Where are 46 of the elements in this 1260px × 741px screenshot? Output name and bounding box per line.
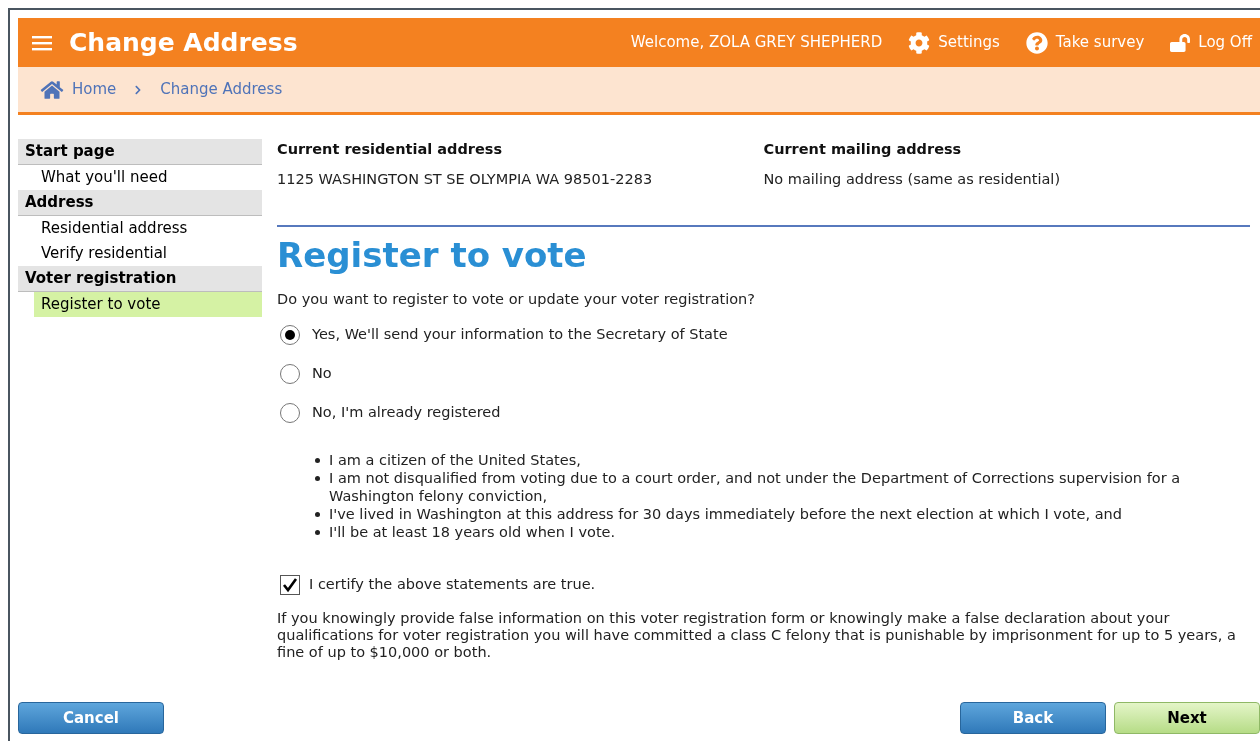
- address-value: No mailing address (same as residential): [763, 169, 1062, 189]
- section-heading: Register to vote: [277, 233, 588, 277]
- header-link[interactable]: Take survey: [1055, 31, 1145, 54]
- sidebar-section: Start page: [18, 139, 262, 165]
- address-label: Current residential address: [277, 140, 504, 159]
- sidebar-item[interactable]: What you'll need: [34, 165, 262, 190]
- bullet-icon: [315, 530, 320, 536]
- address-value: 1125 WASHINGTON ST SE OLYMPIA WA 98501-2283: [277, 169, 654, 189]
- nav-button[interactable]: Back: [960, 702, 1106, 734]
- chevron-icon: [134, 84, 143, 95]
- radio-label: Yes, We'll send your information to the Secretary of State: [312, 324, 728, 344]
- radio-button[interactable]: [280, 324, 300, 345]
- header-link[interactable]: Log Off: [1198, 31, 1252, 54]
- sidebar-item[interactable]: Residential address: [34, 216, 262, 241]
- welcome-text: Welcome, ZOLA GREY SHEPHERD: [630, 32, 883, 54]
- home-icon[interactable]: [40, 79, 64, 100]
- sidebar-section: Address: [18, 190, 262, 216]
- breadcrumb-link[interactable]: Home: [72, 78, 117, 101]
- breadcrumb-link[interactable]: Change Address: [160, 78, 283, 101]
- question-text: Do you want to register to vote or update your voter registration?: [277, 289, 756, 309]
- padlock-icon: [1170, 31, 1191, 54]
- settings-icon: [908, 31, 931, 54]
- nav-button[interactable]: Cancel: [18, 702, 164, 734]
- menu-icon[interactable]: [32, 34, 52, 51]
- bullet-icon: [315, 476, 320, 482]
- radio-label: No, I'm already registered: [312, 402, 501, 422]
- page-title: Change Address: [69, 26, 298, 59]
- warning-text: If you knowingly provide false information on this voter registration form or knowingly make a false declaration about your qualifications for voter registration you will have committed a class C felony that is punishable by imprisonment for up to 5 years, a fine of up to $10,000 or both.: [277, 610, 1237, 661]
- sidebar-section: Voter registration: [18, 266, 262, 292]
- radio-button[interactable]: [280, 363, 300, 384]
- statement-text: I am a citizen of the United States,: [329, 451, 581, 470]
- statement-text: I am not disqualified from voting due to a court order, and not under the Department of Corrections supervision for a Washington felony conviction,: [329, 469, 1182, 506]
- help-icon: [1025, 31, 1048, 54]
- radio-label: No: [312, 363, 332, 383]
- sidebar-item[interactable]: Register to vote: [34, 292, 262, 317]
- statement-text: I've lived in Washington at this address for 30 days immediately before the next election at which I vote, and: [329, 505, 1122, 524]
- bullet-icon: [315, 458, 320, 464]
- header-link[interactable]: Settings: [938, 31, 1000, 54]
- bullet-icon: [315, 512, 320, 518]
- next-button[interactable]: Next: [1114, 702, 1260, 734]
- address-label: Current mailing address: [763, 140, 963, 159]
- statement-text: I'll be at least 18 years old when I vote.: [329, 523, 616, 542]
- sidebar-item[interactable]: Verify residential: [34, 241, 262, 266]
- radio-button[interactable]: [280, 402, 300, 423]
- checkbox-label: I certify the above statements are true.: [309, 575, 596, 595]
- checkbox[interactable]: [280, 575, 300, 596]
